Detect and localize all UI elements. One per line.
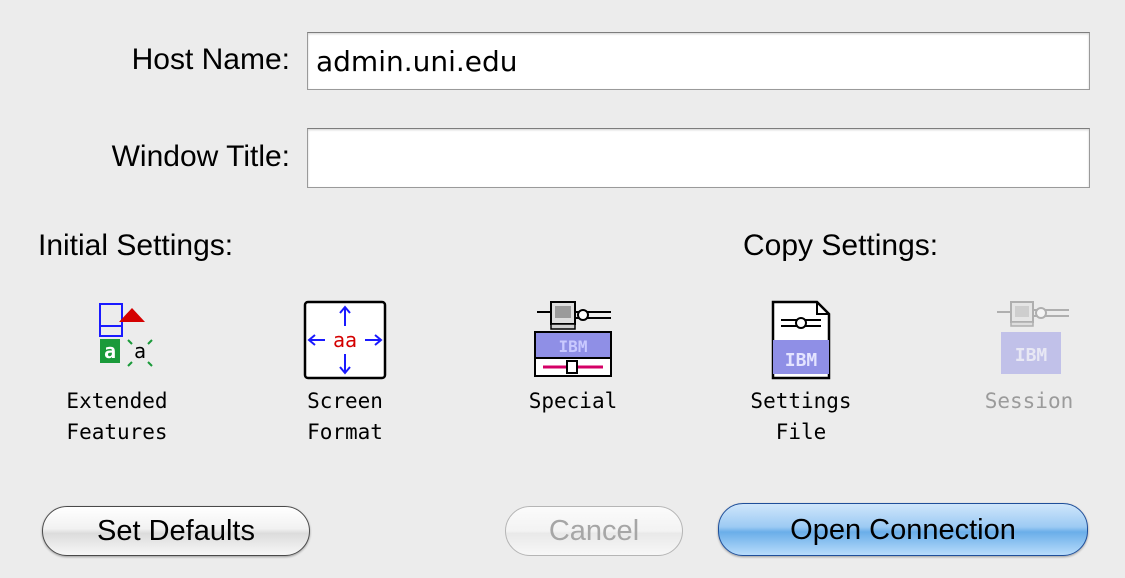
copy-settings-label: Copy Settings: <box>743 229 939 262</box>
host-name-input[interactable] <box>307 32 1090 90</box>
extended-features-caption: Extended Features <box>66 389 168 444</box>
session-tool[interactable]: IBM Session <box>954 300 1104 417</box>
set-defaults-button[interactable]: Set Defaults <box>42 506 310 556</box>
window-title-input[interactable] <box>307 128 1090 188</box>
screen-format-icon: aa <box>303 300 387 380</box>
cancel-button[interactable]: Cancel <box>505 506 683 556</box>
session-caption: Session <box>984 389 1074 413</box>
settings-file-caption: Settings File <box>750 389 852 444</box>
screen-format-caption: Screen Format <box>307 389 383 444</box>
svg-text:aa: aa <box>333 328 357 352</box>
screen-format-tool[interactable]: aa Screen Format <box>270 300 420 448</box>
extended-features-icon: a a <box>99 303 153 367</box>
svg-text:a: a <box>134 339 146 363</box>
settings-file-tool[interactable]: IBM Settings File <box>726 300 876 448</box>
extended-features-tool[interactable]: a a Extended Features <box>42 300 192 448</box>
window-title-label: Window Title: <box>111 140 290 173</box>
open-connection-button[interactable]: Open Connection <box>718 503 1088 556</box>
special-terminal-icon: IBM <box>534 301 612 377</box>
svg-text:IBM: IBM <box>785 350 818 371</box>
ibm-settings-file-icon: IBM <box>771 300 831 380</box>
svg-text:a: a <box>104 339 116 363</box>
special-caption: Special <box>528 389 618 413</box>
host-name-label: Host Name: <box>131 43 290 76</box>
svg-text:IBM: IBM <box>1015 345 1048 366</box>
initial-settings-label: Initial Settings: <box>38 229 234 262</box>
ibm-session-icon: IBM <box>997 301 1069 374</box>
special-tool[interactable]: IBM Special <box>498 300 648 417</box>
svg-text:IBM: IBM <box>559 337 588 356</box>
